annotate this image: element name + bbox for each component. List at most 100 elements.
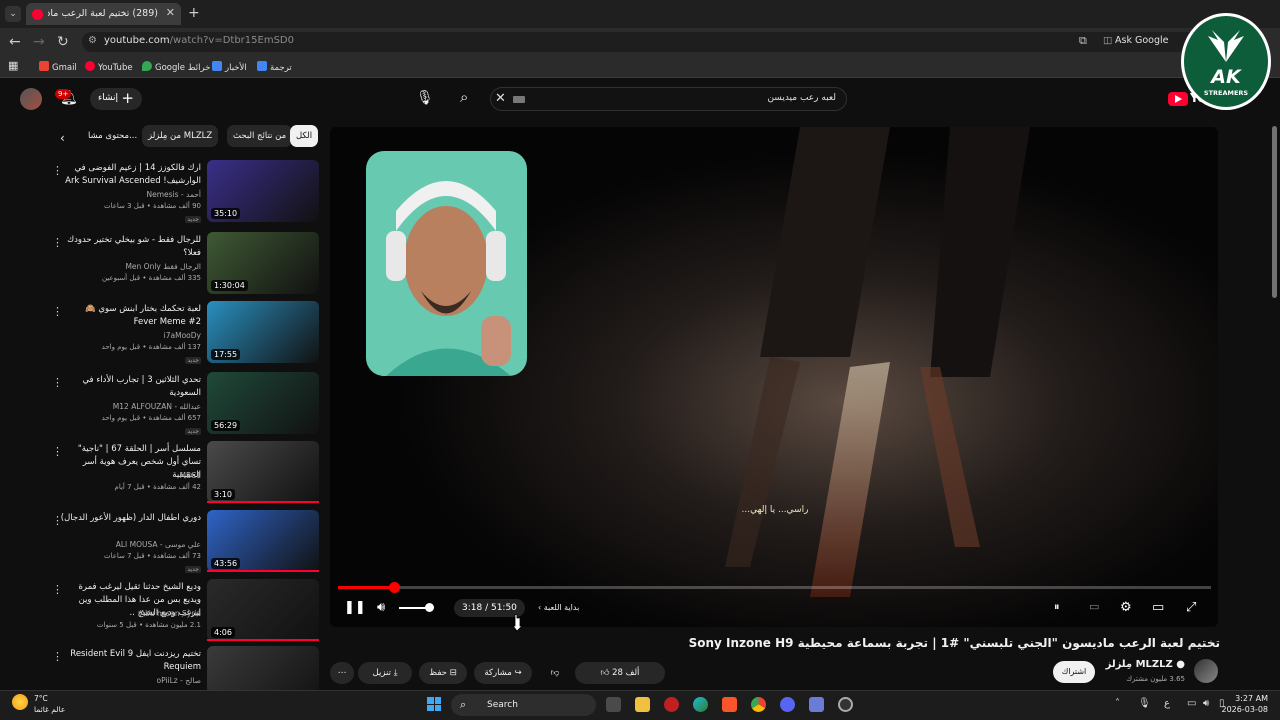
speaker-icon[interactable]: 🔊︎ [1203,698,1209,709]
brave-icon[interactable] [722,697,737,712]
app-red-circle-icon[interactable] [664,697,679,712]
bookmark-translate[interactable]: ترجمة [257,61,292,73]
recommended-video[interactable]: ⋮ لعبة تحكمك بختار ابنش سوي 🙈 Fever Meme … [0,301,325,369]
search-icon[interactable]: ⌕ [460,88,468,106]
recommended-video[interactable]: ⋮ ارك فالكوزز 14 | زعيم الفوضى في الوارشي… [0,160,325,228]
more-actions-button[interactable]: ⋯ [330,662,354,684]
recommended-title[interactable]: ارك فالكوزز 14 | زعيم الفوضى في الوارشيف… [59,162,201,188]
new-badge: جديد [185,428,201,435]
recommended-channel[interactable]: علي موسى - ALI MOUSA [51,540,201,549]
channel-name[interactable]: مِلزلز MLZLZ ● [1106,659,1185,670]
theater-mode-icon[interactable]: ▭ [1152,600,1164,615]
video-subtitle: راسي... يا إلهي... [741,505,809,515]
like-button[interactable]: 👍︎ 28 ألف [575,662,665,684]
download-button[interactable]: تنزيل ⤓ [358,662,412,684]
keyboard-icon[interactable] [513,96,525,103]
volume-knob[interactable] [425,603,434,612]
chips-scroll-left-icon[interactable]: ‹ [60,131,65,145]
file-explorer-icon[interactable] [635,697,650,712]
voice-search-mic-icon[interactable]: 🎙︎ [416,90,434,106]
subscribe-button[interactable]: اشتراك [1053,661,1095,683]
recommended-channel[interactable]: i7aMooDy [51,331,201,340]
channel-avatar[interactable] [1194,659,1218,683]
recommended-channel[interactable]: Abu hasan Syria [51,609,201,618]
task-view-icon[interactable] [606,697,621,712]
bookmark-youtube[interactable]: YouTube [85,61,133,73]
gmail-icon [39,61,49,71]
recommended-video[interactable]: ⋮ للرجال فقط - شو بيخلي تختير حدودك فعلا؟… [0,232,325,300]
settings-gear-icon[interactable]: ⚙ [1120,600,1132,615]
tab-close-button[interactable]: ✕ [166,6,175,19]
url-text[interactable]: youtube.com/watch?v=Dtbr15EmSD0 [104,35,294,46]
fullscreen-icon[interactable]: ⤢ [1186,600,1196,615]
cast-icon[interactable]: ⧉ [1079,34,1087,48]
back-arrow-icon[interactable]: ← [9,34,21,50]
create-button[interactable]: إنشاء + [90,88,142,110]
chip-from-channel[interactable]: من مِلزلز MLZLZ [142,125,219,147]
ask-google-button[interactable]: ◫ Ask Google [1103,35,1168,46]
discord-icon[interactable] [780,697,795,712]
recommended-channel[interactable]: الرجال فقط Men Only [51,262,201,271]
recommended-title[interactable]: للرجال فقط - شو بيخلي تختير حدودك فعلا؟ [59,234,201,260]
plus-icon: + [121,89,134,107]
save-button[interactable]: حفظ ⊟ [419,662,467,684]
recommended-title[interactable]: تحدي الثلاثين 3 | تجارب الأداء في السعود… [59,374,201,400]
tray-chevron-icon[interactable]: ˄ [1115,698,1120,709]
progress-scrubber[interactable] [388,582,400,593]
autoplay-toggle-icon[interactable]: ⏸︎ [1054,600,1060,614]
bookmark-news[interactable]: الأخبار [212,61,247,73]
weather-widget[interactable]: 7°C عالم غائما [34,693,65,715]
site-info-icon[interactable]: ⚙ [88,35,97,46]
recommended-meta: 657 ألف مشاهدة • قبل يوم واحد [101,414,201,422]
app-circle-icon[interactable] [838,697,853,712]
recommended-channel[interactable]: MBC1 [51,471,202,480]
recommended-video[interactable]: ⋮ دوري اطفال الدار (ظهور الأعور الدجال) عل… [0,510,325,578]
app-window-icon[interactable] [809,697,824,712]
recommended-title[interactable]: دوري اطفال الدار (ظهور الأعور الدجال) [59,512,201,525]
forward-arrow-icon[interactable]: → [33,34,45,50]
chip-from-search[interactable]: من نتائج البحث [227,125,293,147]
microphone-icon[interactable]: 🎙︎ [1138,698,1151,709]
language-indicator[interactable]: ع [1164,698,1170,709]
bookmark-gmail[interactable]: Gmail [39,61,77,73]
clear-search-icon[interactable]: ✕ [495,91,506,106]
chip-all[interactable]: الكل [290,125,319,147]
apps-grid-icon[interactable]: ▦ [8,59,18,72]
page-scrollbar[interactable] [1272,126,1277,298]
chip-partner-content[interactable]: محتوى مشا... [82,125,143,147]
dislike-button[interactable]: 👎︎ [540,662,570,684]
recommended-video[interactable]: ⋮ وديع الشيخ حدثنا ثقيل ليرغب فمرة ويديع … [0,579,325,647]
recommended-meta: 2.1 مليون مشاهدة • قبل 5 سنوات [96,621,201,629]
omnibox[interactable]: ⚙ youtube.com/watch?v=Dtbr15EmSD0 [82,32,1200,52]
chrome-icon[interactable] [751,697,766,712]
share-button[interactable]: مشاركة ↪ [474,662,532,684]
recommended-video[interactable]: ⋮ تحدي الثلاثين 3 | تجارب الأداء في السعو… [0,372,325,440]
weather-sun-icon[interactable] [12,694,28,710]
recommended-title[interactable]: لعبة تحكمك بختار ابنش سوي 🙈 Fever Meme #… [59,303,201,329]
account-avatar[interactable] [20,88,42,110]
recommended-title[interactable]: تختيم ريزدنت ايفل Resident Evil 9 Requie… [59,648,201,674]
recommended-video[interactable]: ⋮ مسلسل أسر | الحلقة 67 | "ناجية" تساي أو… [0,441,325,509]
edge-icon[interactable] [693,697,708,712]
duration-badge: 1:30:04 [211,280,248,291]
progress-played [338,586,394,589]
chapter-button[interactable]: بداية اللعبة › [538,603,579,612]
recommended-channel[interactable]: عبدالله - M12 ALFOUZAN [51,402,201,411]
pause-icon[interactable]: ❚❚ [344,600,366,615]
bookmark-icon: ⊟ [449,668,457,678]
volume-icon[interactable]: 🔊︎ [377,600,385,615]
network-icon[interactable]: ▭ [1187,698,1196,709]
browser-tab-youtube[interactable]: (289) تختيم لعبة الرعب ماديس... ✕ [26,3,181,25]
new-tab-button[interactable]: + [188,5,200,21]
taskbar-search[interactable]: ⌕ Search [451,694,596,716]
reload-icon[interactable]: ↻ [57,34,69,50]
search-input[interactable]: ✕ لعبه رعب ميديسن [490,87,847,111]
progress-bar[interactable] [338,586,1211,589]
windows-start-icon[interactable] [427,697,441,711]
recommended-channel[interactable]: أحمد - Nemesis [51,190,201,199]
bookmark-maps[interactable]: Google خرائط [142,61,210,73]
taskbar-clock[interactable]: 3:27 AM 2026-03-08 [1222,693,1269,715]
tab-search-icon[interactable]: ⌄ [5,6,21,22]
recommended-channel[interactable]: صالح - oPiiLz [51,676,202,685]
subtitles-icon[interactable]: ▭ [1089,600,1099,613]
